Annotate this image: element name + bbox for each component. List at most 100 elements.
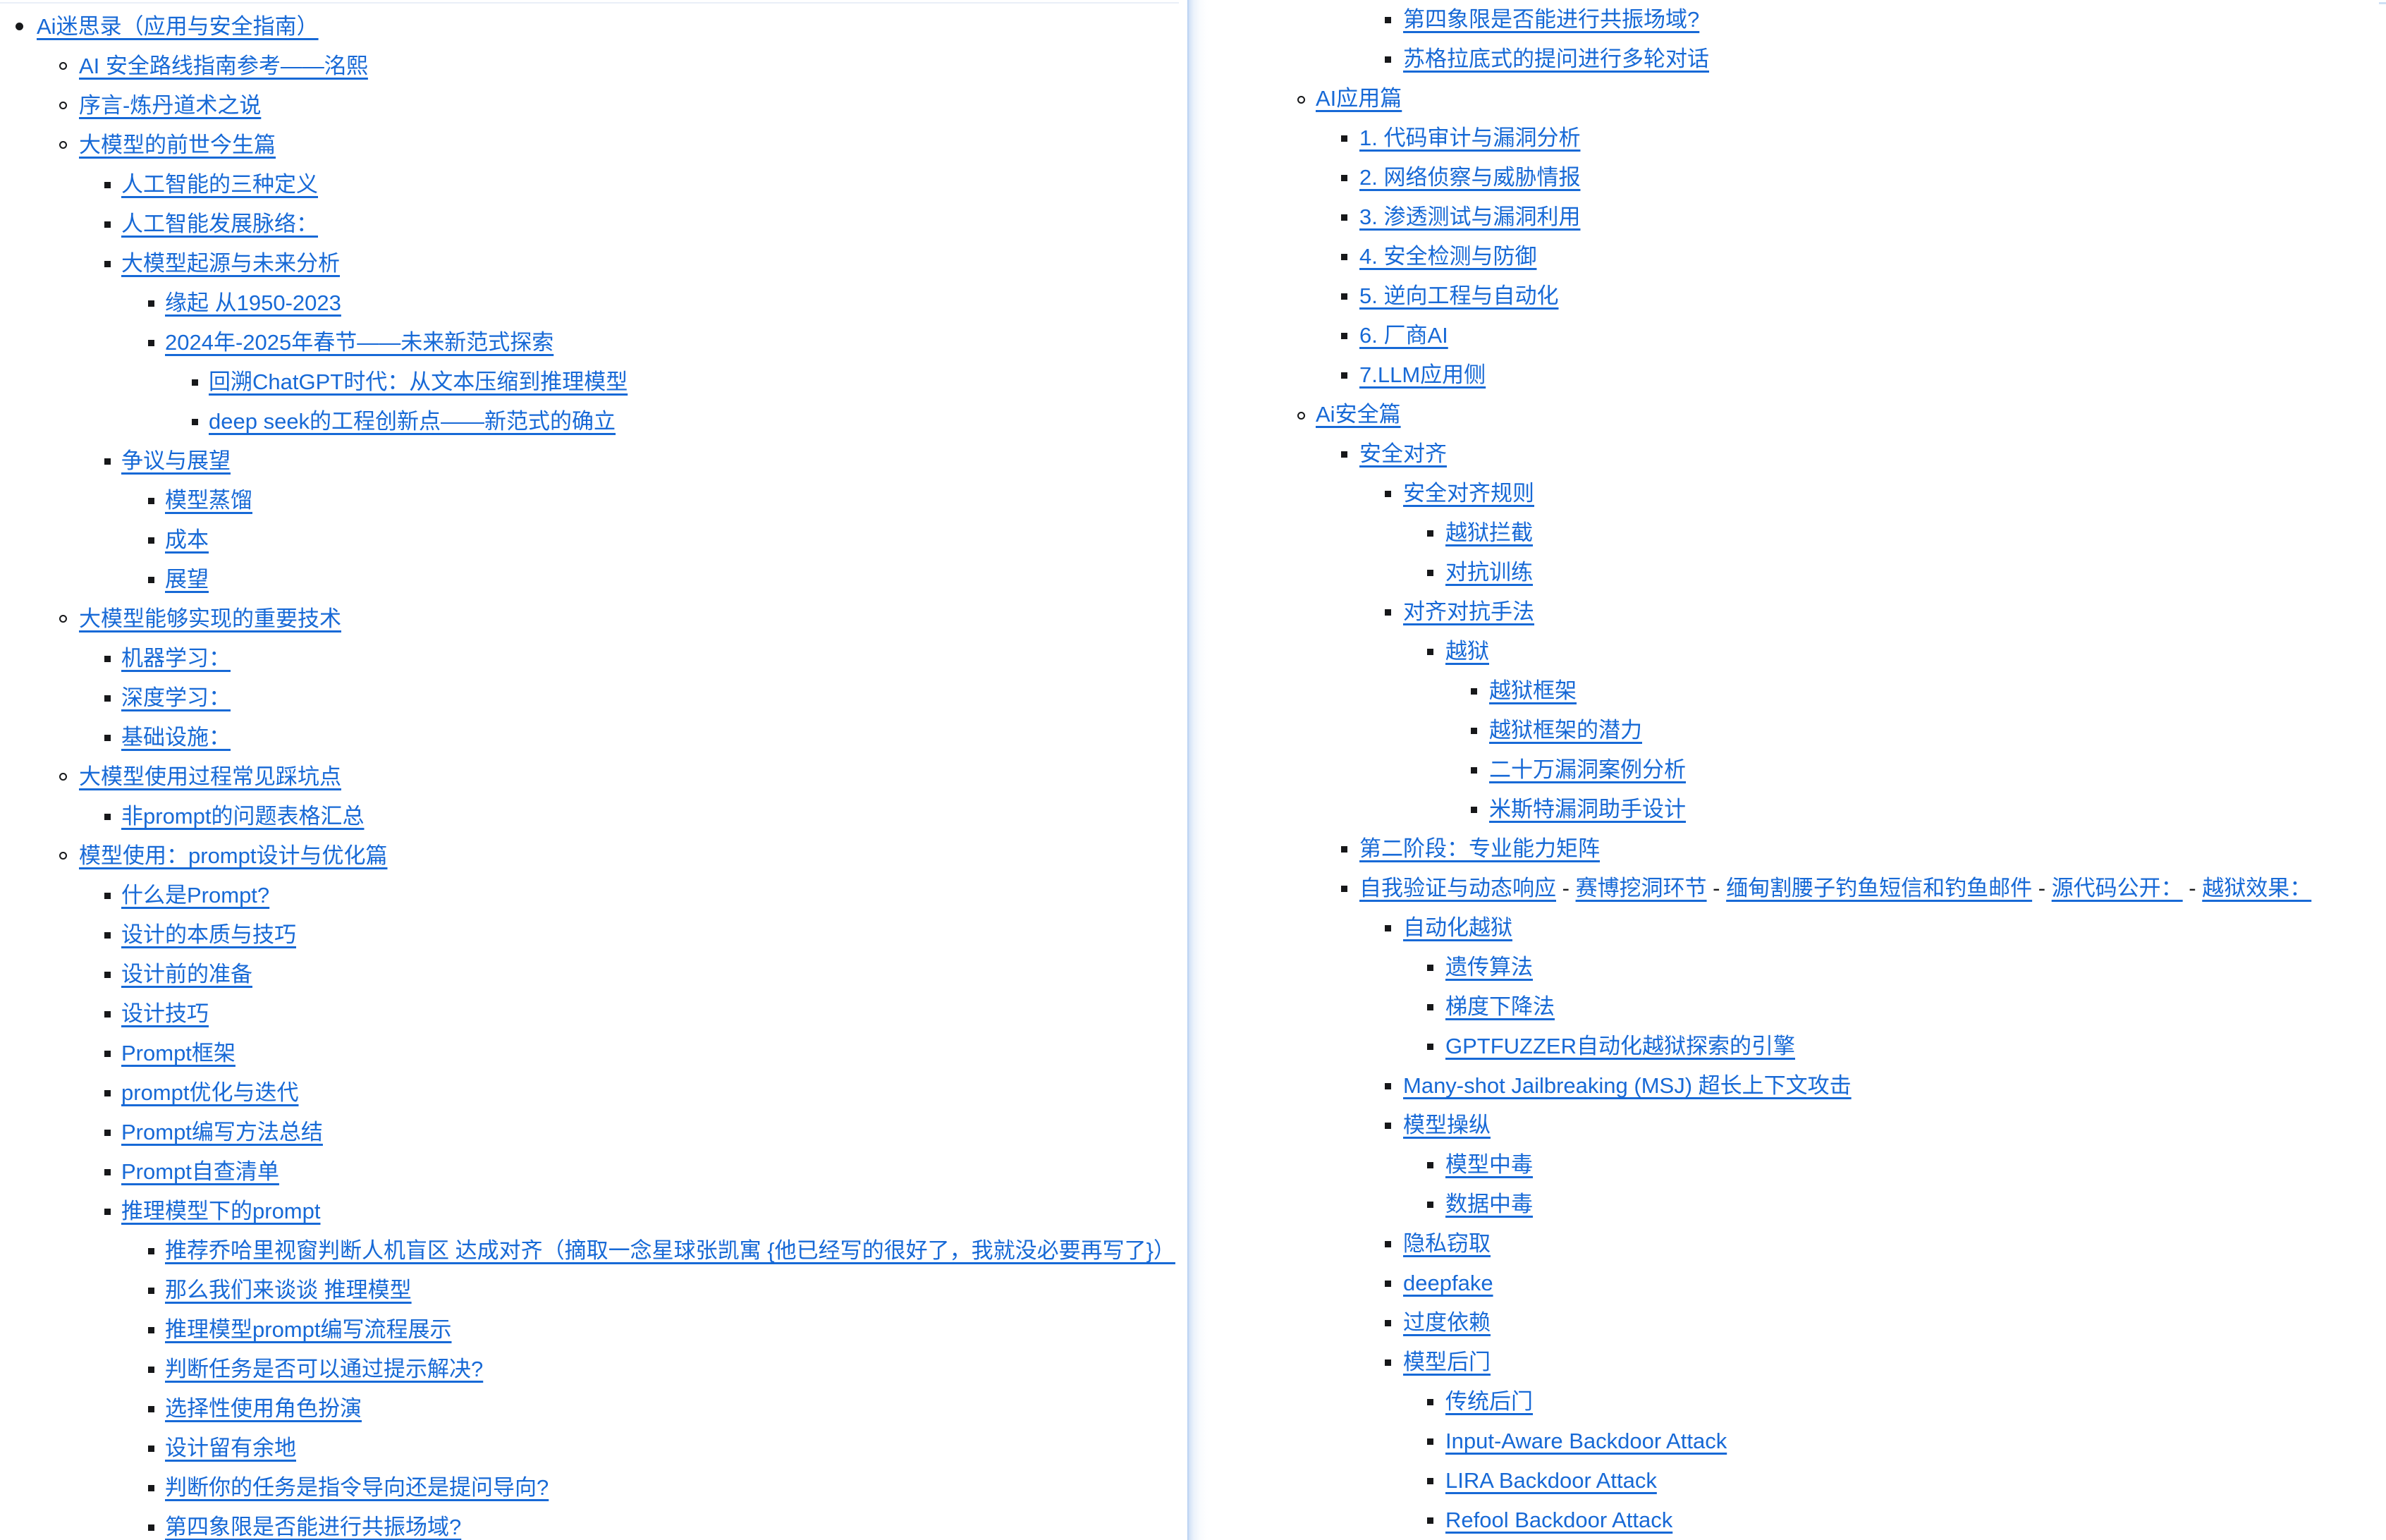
toc-link[interactable]: 人工智能的三种定义 xyxy=(121,172,318,197)
toc-link[interactable]: 缅甸割腰子钓鱼短信和钓鱼邮件 xyxy=(1726,876,2032,900)
toc-link[interactable]: 大模型使用过程常见踩坑点 xyxy=(79,764,341,789)
toc-link[interactable]: 二十万漏洞案例分析 xyxy=(1489,757,1686,782)
toc-link[interactable]: 第二阶段：专业能力矩阵 xyxy=(1359,836,1600,861)
toc-link[interactable]: 安全对齐规则 xyxy=(1403,481,1534,506)
toc-link[interactable]: 大模型的前世今生篇 xyxy=(79,133,276,157)
toc-link[interactable]: 2024年-2025年春节——未来新范式探索 xyxy=(165,330,553,355)
toc-link[interactable]: 设计技巧 xyxy=(121,1001,209,1026)
toc-link[interactable]: Prompt自查清单 xyxy=(121,1159,279,1184)
toc-link[interactable]: 越狱框架 xyxy=(1489,678,1577,703)
outline-node: 非prompt的问题表格汇总 xyxy=(0,797,1187,836)
toc-link[interactable]: 自我验证与动态响应 xyxy=(1359,876,1556,900)
toc-link[interactable]: 越狱框架的潜力 xyxy=(1489,718,1642,742)
toc-link[interactable]: 第四象限是否能进行共振场域? xyxy=(165,1515,461,1539)
toc-link[interactable]: 过度依赖 xyxy=(1403,1310,1491,1335)
square-bullet-icon xyxy=(1471,767,1477,774)
toc-link[interactable]: AI 安全路线指南参考——洺熙 xyxy=(79,54,368,78)
outline-row: 大模型起源与未来分析 xyxy=(0,244,1187,283)
toc-link[interactable]: 4. 安全检测与防御 xyxy=(1359,244,1536,269)
toc-link[interactable]: 第四象限是否能进行共振场域? xyxy=(1403,7,1699,32)
toc-link[interactable]: 深度学习： xyxy=(121,685,231,710)
toc-link[interactable]: 5. 逆向工程与自动化 xyxy=(1359,283,1558,308)
toc-link[interactable]: 源代码公开： xyxy=(2052,876,2183,900)
toc-link[interactable]: 传统后门 xyxy=(1445,1389,1533,1414)
toc-link[interactable]: 安全对齐 xyxy=(1359,441,1447,466)
toc-link[interactable]: 人工智能发展脉络： xyxy=(121,212,318,236)
outline-row: 第四象限是否能进行共振场域? xyxy=(1187,0,2386,39)
toc-link[interactable]: Refool Backdoor Attack xyxy=(1445,1508,1672,1532)
toc-link[interactable]: 遗传算法 xyxy=(1445,955,1533,979)
toc-link[interactable]: 数据中毒 xyxy=(1445,1192,1533,1216)
toc-link[interactable]: 越狱拦截 xyxy=(1445,520,1533,545)
toc-link[interactable]: 2. 网络侦察与威胁情报 xyxy=(1359,165,1580,190)
toc-link[interactable]: 6. 厂商AI xyxy=(1359,323,1448,348)
toc-link[interactable]: prompt优化与迭代 xyxy=(121,1080,298,1105)
toc-link[interactable]: 模型后门 xyxy=(1403,1350,1491,1374)
toc-link[interactable]: 选择性使用角色扮演 xyxy=(165,1396,362,1421)
toc-link[interactable]: 3. 渗透测试与漏洞利用 xyxy=(1359,204,1580,229)
toc-link[interactable]: 基础设施： xyxy=(121,725,231,750)
square-bullet-icon xyxy=(148,498,154,504)
toc-link[interactable]: 成本 xyxy=(165,527,209,552)
outline-row: 模型蒸馏 xyxy=(0,481,1187,520)
toc-link[interactable]: Ai安全篇 xyxy=(1316,402,1401,427)
toc-link[interactable]: 机器学习： xyxy=(121,646,231,671)
toc-link[interactable]: 米斯特漏洞助手设计 xyxy=(1489,797,1686,821)
toc-link[interactable]: 隐私窃取 xyxy=(1403,1231,1491,1256)
outline-row: 7.LLM应用侧 xyxy=(1187,355,2386,395)
toc-link[interactable]: Input-Aware Backdoor Attack xyxy=(1445,1429,1727,1453)
toc-link[interactable]: Many-shot Jailbreaking (MSJ) 超长上下文攻击 xyxy=(1403,1073,1852,1098)
outline-row: 越狱框架的潜力 xyxy=(1187,711,2386,750)
toc-link[interactable]: 大模型能够实现的重要技术 xyxy=(79,606,341,631)
toc-link[interactable]: 模型操纵 xyxy=(1403,1113,1491,1137)
toc-link[interactable]: 越狱 xyxy=(1445,639,1489,664)
toc-link[interactable]: 判断任务是否可以通过提示解决? xyxy=(165,1357,483,1381)
toc-link[interactable]: 序言-炼丹道术之说 xyxy=(79,93,261,118)
toc-link[interactable]: 模型中毒 xyxy=(1445,1152,1533,1177)
outline-row: prompt优化与迭代 xyxy=(0,1073,1187,1113)
toc-link[interactable]: 设计的本质与技巧 xyxy=(121,922,296,947)
toc-link[interactable]: 推荐乔哈里视窗判断人机盲区 达成对齐（摘取一念星球张凯寓 {他已经写的很好了，我… xyxy=(165,1238,1175,1263)
square-bullet-icon xyxy=(1427,1202,1433,1208)
toc-link[interactable]: 争议与展望 xyxy=(121,448,231,473)
toc-link[interactable]: Prompt框架 xyxy=(121,1041,235,1065)
toc-link[interactable]: 自动化越狱 xyxy=(1403,915,1512,940)
toc-link[interactable]: 缘起 从1950-2023 xyxy=(165,291,341,315)
toc-link[interactable]: 推理模型prompt编写流程展示 xyxy=(165,1317,451,1342)
toc-link[interactable]: 赛博挖洞环节 xyxy=(1576,876,1707,900)
toc-link[interactable]: 大模型起源与未来分析 xyxy=(121,251,340,276)
toc-link[interactable]: 推理模型下的prompt xyxy=(121,1199,320,1223)
outline-page: Ai迷思录（应用与安全指南） AI 安全路线指南参考——洺熙 序言-炼丹道术之说 大模… xyxy=(0,0,2386,1540)
toc-link[interactable]: 设计留有余地 xyxy=(165,1436,296,1460)
square-bullet-icon xyxy=(104,1169,111,1175)
outline-row: 选择性使用角色扮演 xyxy=(0,1389,1187,1429)
toc-link[interactable]: deepfake xyxy=(1403,1271,1493,1295)
toc-link[interactable]: GPTFUZZER自动化越狱探索的引擎 xyxy=(1445,1034,1795,1058)
toc-link[interactable]: 越狱效果： xyxy=(2202,876,2311,900)
toc-link[interactable]: 7.LLM应用侧 xyxy=(1359,362,1486,387)
toc-link[interactable]: 梯度下降法 xyxy=(1445,994,1555,1019)
toc-link[interactable]: 那么我们来谈谈 推理模型 xyxy=(165,1278,412,1302)
toc-link[interactable]: AI应用篇 xyxy=(1316,86,1402,111)
toc-link[interactable]: 什么是Prompt? xyxy=(121,883,269,908)
toc-link[interactable]: 设计前的准备 xyxy=(121,962,252,986)
toc-link[interactable]: 对抗训练 xyxy=(1445,560,1533,585)
toc-link[interactable]: LIRA Backdoor Attack xyxy=(1445,1468,1657,1493)
toc-link[interactable]: 回溯ChatGPT时代：从文本压缩到推理模型 xyxy=(209,369,628,394)
toc-link[interactable]: Ai迷思录（应用与安全指南） xyxy=(37,14,319,39)
toc-link[interactable]: deep seek的工程创新点——新范式的确立 xyxy=(209,409,616,434)
toc-link[interactable]: 展望 xyxy=(165,567,209,592)
toc-link[interactable]: 非prompt的问题表格汇总 xyxy=(121,804,364,829)
square-bullet-icon xyxy=(104,972,111,978)
toc-link[interactable]: 对齐对抗手法 xyxy=(1403,599,1534,624)
square-bullet-icon xyxy=(1341,175,1347,181)
outline-row: 传统后门 xyxy=(1187,1382,2386,1422)
outline-node: 2. 网络侦察与威胁情报 xyxy=(1187,158,2386,197)
outline-row: 设计的本质与技巧 xyxy=(0,915,1187,955)
toc-link[interactable]: 判断你的任务是指令导向还是提问导向? xyxy=(165,1475,549,1500)
toc-link[interactable]: Prompt编写方法总结 xyxy=(121,1120,323,1144)
toc-link[interactable]: 模型蒸馏 xyxy=(165,488,252,513)
toc-link[interactable]: 模型使用：prompt设计与优化篇 xyxy=(79,843,387,868)
toc-link[interactable]: 1. 代码审计与漏洞分析 xyxy=(1359,126,1580,150)
toc-link[interactable]: 苏格拉底式的提问进行多轮对话 xyxy=(1403,47,1709,71)
